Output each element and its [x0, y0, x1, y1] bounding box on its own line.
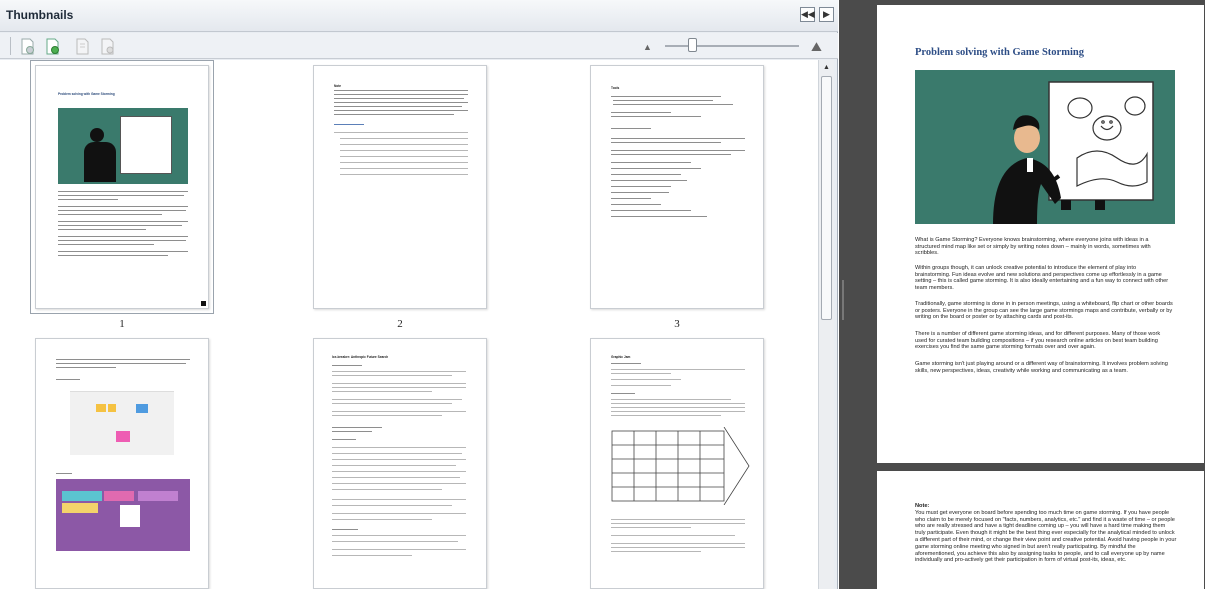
- thumbnails-panel: Thumbnails ◀◀ ▶ ▲ ⛰ Problem solving with…: [0, 0, 838, 589]
- panel-title: Thumbnails: [6, 8, 74, 22]
- thumbnail-page-2[interactable]: Note: [313, 65, 487, 309]
- thumbnail-page-1[interactable]: Problem solving with Game Storming: [35, 65, 209, 309]
- document-page-1: Problem solving with Game Storming What …: [877, 5, 1204, 463]
- thumb-heading: Graphic Jam: [611, 355, 631, 359]
- page-number-3: 3: [674, 318, 680, 330]
- scrollbar-thumb[interactable]: [821, 76, 832, 320]
- thumbnails-toolbar: ▲ ⛰: [0, 33, 838, 59]
- thumb-board: [70, 391, 174, 455]
- thumbnail-page-4[interactable]: [35, 338, 209, 589]
- viewer-background: [839, 0, 875, 589]
- note-text: You must get everyone on board before sp…: [915, 509, 1177, 564]
- panel-titlebar: Thumbnails ◀◀ ▶: [0, 0, 838, 32]
- document-illustration: [915, 70, 1175, 224]
- extract-page-icon[interactable]: [75, 38, 90, 55]
- zoom-slider-track[interactable]: [665, 45, 799, 47]
- page-number-1: 1: [119, 318, 125, 330]
- thumb-heading: Tools: [611, 86, 620, 90]
- document-title: Problem solving with Game Storming: [915, 47, 1084, 58]
- mountain-small-icon[interactable]: ▲: [643, 42, 652, 52]
- note-label: Note:: [915, 503, 930, 509]
- collapse-panel-button[interactable]: ◀◀: [800, 7, 815, 22]
- thumb-heading: Note: [334, 84, 342, 88]
- document-paragraph: Within groups though, it can unlock crea…: [915, 265, 1169, 291]
- thumb-screenshot: [56, 479, 190, 551]
- document-paragraph: There is a number of different game stor…: [915, 331, 1161, 351]
- document-note: Note: You must get everyone on board bef…: [915, 503, 1177, 564]
- scroll-up-arrow[interactable]: ▲: [821, 63, 832, 73]
- thumbnail-page-3[interactable]: Tools: [590, 65, 764, 309]
- insert-page-icon[interactable]: [20, 38, 35, 55]
- document-page-2: Note: You must get everyone on board bef…: [877, 471, 1204, 589]
- thumbnails-scrollbar[interactable]: ▲: [818, 60, 834, 589]
- panel-options-button[interactable]: ▶: [819, 7, 834, 22]
- thumb-title: Problem solving with Game Storming: [58, 92, 115, 96]
- splitter-handle[interactable]: [842, 280, 844, 320]
- document-paragraph: What is Game Storming? Everyone knows br…: [915, 237, 1151, 257]
- replace-page-icon[interactable]: [45, 38, 60, 55]
- thumbnail-grid: Problem solving with Game Storming 1 Not…: [0, 60, 818, 589]
- delete-page-icon[interactable]: [100, 38, 115, 55]
- thumb-illustration: [58, 108, 188, 184]
- thumb-table-arrow: [611, 427, 750, 505]
- document-paragraph: Game storming isn't just playing around …: [915, 361, 1168, 374]
- document-paragraph: Traditionally, game storming is done in …: [915, 301, 1173, 321]
- zoom-slider-thumb[interactable]: [687, 38, 697, 52]
- page-number-2: 2: [397, 318, 403, 330]
- thumbnail-page-6[interactable]: Graphic Jam: [590, 338, 764, 589]
- thumb-heading: Ice-breaker: Anthropic Future Search: [332, 355, 389, 359]
- mountain-large-icon[interactable]: ⛰: [811, 39, 822, 55]
- thumbnail-page-5[interactable]: Ice-breaker: Anthropic Future Search: [313, 338, 487, 589]
